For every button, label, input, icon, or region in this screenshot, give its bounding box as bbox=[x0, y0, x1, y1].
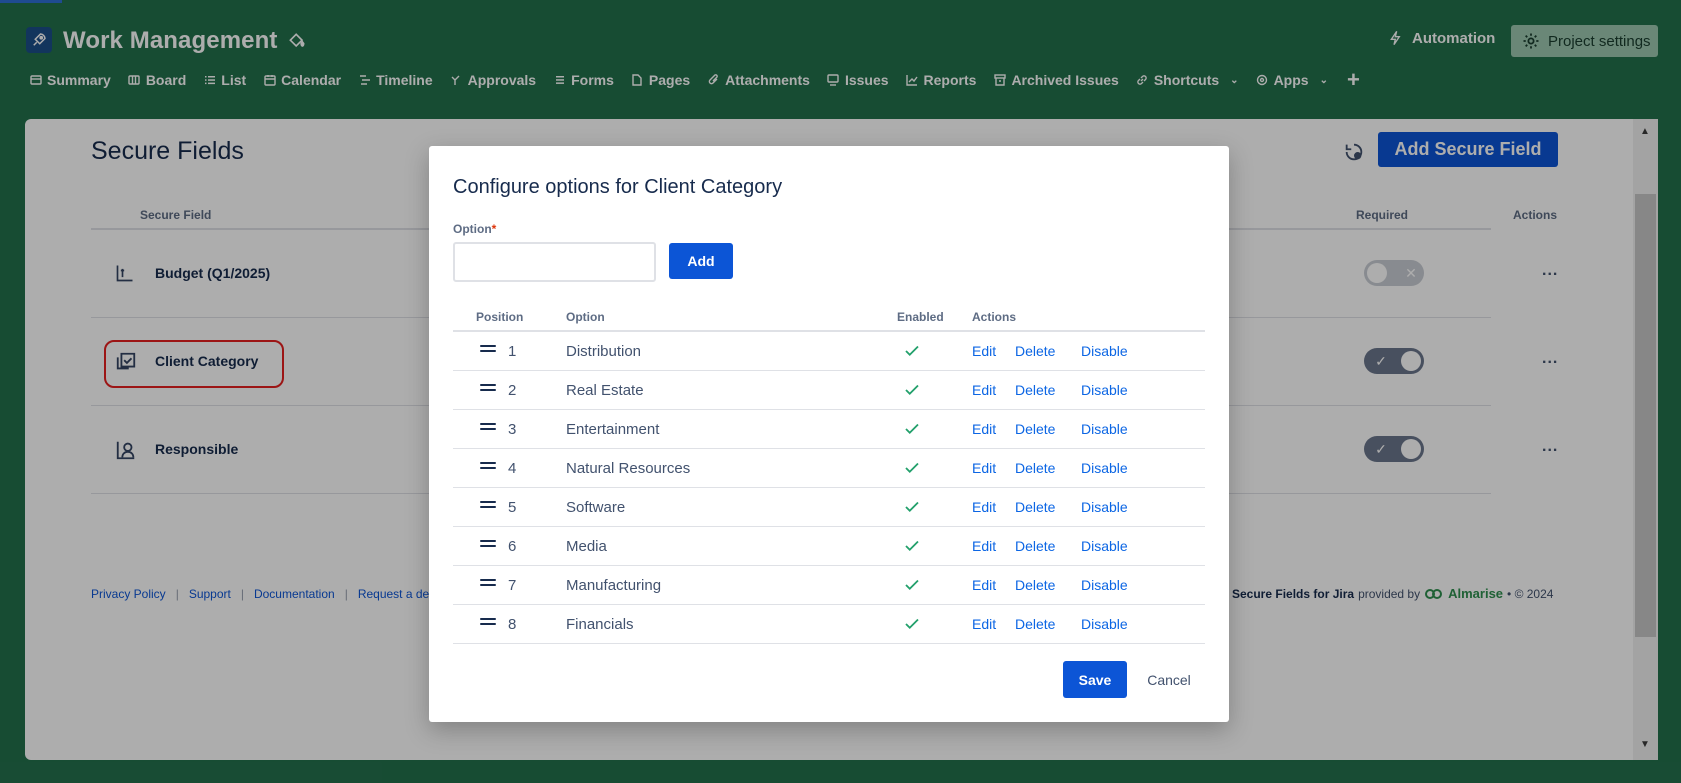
disable-link[interactable]: Disable bbox=[1081, 616, 1128, 632]
option-row[interactable]: 2 Real Estate Edit Delete Disable bbox=[453, 371, 1205, 410]
option-position: 5 bbox=[508, 499, 517, 516]
drag-handle-icon[interactable] bbox=[480, 423, 496, 435]
disable-link[interactable]: Disable bbox=[1081, 499, 1128, 515]
option-position: 1 bbox=[508, 343, 517, 360]
drag-handle-icon[interactable] bbox=[480, 618, 496, 630]
edit-link[interactable]: Edit bbox=[972, 460, 996, 476]
enabled-check-icon bbox=[903, 342, 921, 360]
edit-link[interactable]: Edit bbox=[972, 577, 996, 593]
option-label: Option* bbox=[453, 222, 496, 236]
edit-link[interactable]: Edit bbox=[972, 382, 996, 398]
cancel-button[interactable]: Cancel bbox=[1141, 661, 1197, 698]
delete-link[interactable]: Delete bbox=[1015, 382, 1055, 398]
disable-link[interactable]: Disable bbox=[1081, 421, 1128, 437]
option-name: Software bbox=[566, 499, 626, 516]
edit-link[interactable]: Edit bbox=[972, 499, 996, 515]
add-option-button[interactable]: Add bbox=[669, 243, 733, 279]
edit-link[interactable]: Edit bbox=[972, 421, 996, 437]
disable-link[interactable]: Disable bbox=[1081, 460, 1128, 476]
disable-link[interactable]: Disable bbox=[1081, 577, 1128, 593]
dialog-title: Configure options for Client Category bbox=[453, 176, 783, 198]
option-name: Natural Resources bbox=[566, 460, 691, 477]
drag-handle-icon[interactable] bbox=[480, 384, 496, 396]
option-row[interactable]: 1 Distribution Edit Delete Disable bbox=[453, 332, 1205, 371]
edit-link[interactable]: Edit bbox=[972, 616, 996, 632]
column-position: Position bbox=[476, 310, 524, 324]
enabled-check-icon bbox=[903, 615, 921, 633]
edit-link[interactable]: Edit bbox=[972, 538, 996, 554]
save-button[interactable]: Save bbox=[1063, 661, 1127, 698]
option-row[interactable]: 4 Natural Resources Edit Delete Disable bbox=[453, 449, 1205, 488]
delete-link[interactable]: Delete bbox=[1015, 421, 1055, 437]
drag-handle-icon[interactable] bbox=[480, 540, 496, 552]
option-input[interactable] bbox=[453, 242, 656, 282]
option-position: 8 bbox=[508, 616, 517, 633]
configure-options-dialog: Configure options for Client Category Op… bbox=[429, 146, 1229, 722]
edit-link[interactable]: Edit bbox=[972, 343, 996, 359]
option-label-text: Option bbox=[453, 222, 492, 236]
disable-link[interactable]: Disable bbox=[1081, 343, 1128, 359]
disable-link[interactable]: Disable bbox=[1081, 538, 1128, 554]
option-position: 6 bbox=[508, 538, 517, 555]
option-name: Manufacturing bbox=[566, 577, 662, 594]
delete-link[interactable]: Delete bbox=[1015, 460, 1055, 476]
required-marker: * bbox=[491, 222, 497, 236]
column-actions: Actions bbox=[972, 310, 1017, 324]
drag-handle-icon[interactable] bbox=[480, 501, 496, 513]
option-row[interactable]: 6 Media Edit Delete Disable bbox=[453, 527, 1205, 566]
option-name: Financials bbox=[566, 616, 634, 633]
enabled-check-icon bbox=[903, 537, 921, 555]
option-name: Entertainment bbox=[566, 421, 660, 438]
enabled-check-icon bbox=[903, 498, 921, 516]
option-row[interactable]: 3 Entertainment Edit Delete Disable bbox=[453, 410, 1205, 449]
option-row[interactable]: 7 Manufacturing Edit Delete Disable bbox=[453, 566, 1205, 605]
column-enabled: Enabled bbox=[897, 310, 944, 324]
option-name: Distribution bbox=[566, 343, 642, 360]
enabled-check-icon bbox=[903, 420, 921, 438]
disable-link[interactable]: Disable bbox=[1081, 382, 1128, 398]
option-position: 3 bbox=[508, 421, 517, 438]
drag-handle-icon[interactable] bbox=[480, 345, 496, 357]
option-position: 4 bbox=[508, 460, 517, 477]
drag-handle-icon[interactable] bbox=[480, 462, 496, 474]
option-position: 7 bbox=[508, 577, 517, 594]
enabled-check-icon bbox=[903, 381, 921, 399]
option-row[interactable]: 8 Financials Edit Delete Disable bbox=[453, 605, 1205, 644]
drag-handle-icon[interactable] bbox=[480, 579, 496, 591]
delete-link[interactable]: Delete bbox=[1015, 343, 1055, 359]
enabled-check-icon bbox=[903, 459, 921, 477]
delete-link[interactable]: Delete bbox=[1015, 616, 1055, 632]
option-row[interactable]: 5 Software Edit Delete Disable bbox=[453, 488, 1205, 527]
enabled-check-icon bbox=[903, 576, 921, 594]
option-name: Real Estate bbox=[566, 382, 644, 399]
column-option: Option bbox=[566, 310, 605, 324]
delete-link[interactable]: Delete bbox=[1015, 538, 1055, 554]
option-name: Media bbox=[566, 538, 607, 555]
delete-link[interactable]: Delete bbox=[1015, 499, 1055, 515]
options-table-header: Position Option Enabled Actions bbox=[453, 304, 1205, 332]
option-position: 2 bbox=[508, 382, 517, 399]
delete-link[interactable]: Delete bbox=[1015, 577, 1055, 593]
